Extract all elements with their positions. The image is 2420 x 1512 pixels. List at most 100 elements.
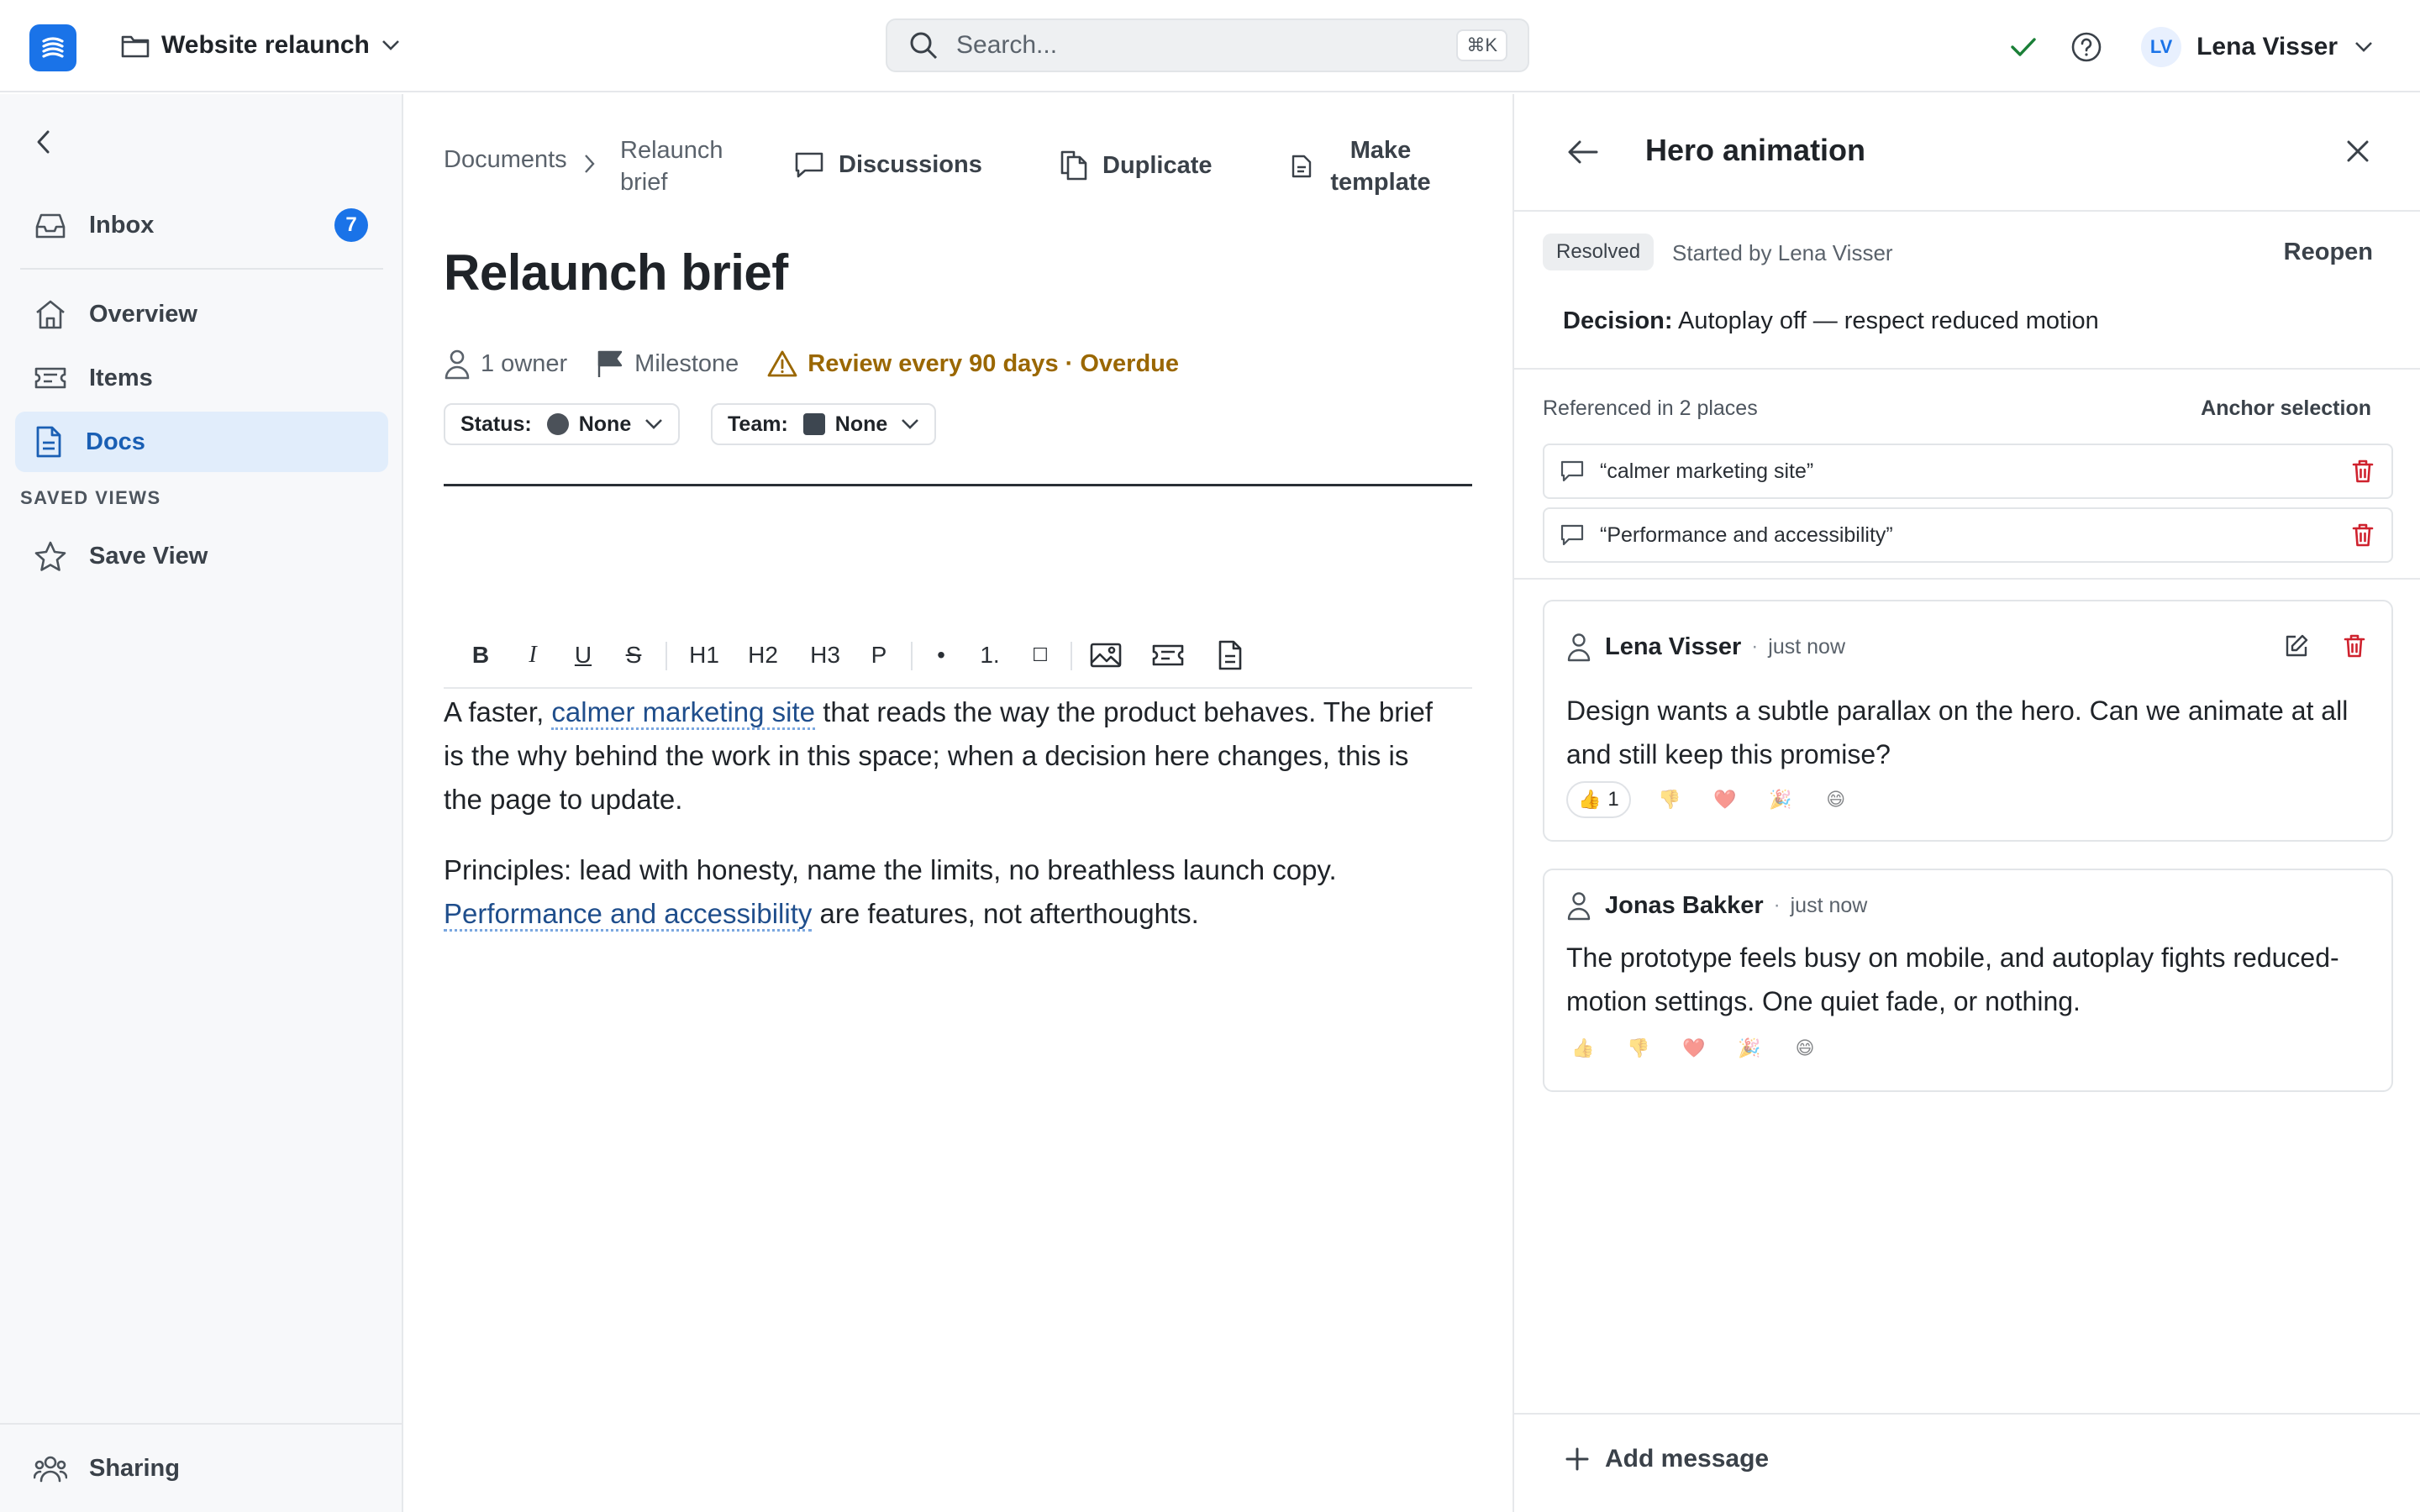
toolbar-divider [666,642,667,670]
comment-icon [795,152,823,178]
reaction-heart[interactable]: ❤️ [1708,781,1742,818]
paragraph-button[interactable]: P [860,637,897,674]
italic-button[interactable]: I [516,637,550,674]
milestone-meta[interactable]: Milestone [596,349,739,379]
references-title: Referenced in 2 places [1543,396,1758,420]
status-select[interactable]: Status: None [444,403,681,445]
doc-icon [1218,640,1242,670]
reopen-button[interactable]: Reopen [2284,239,2373,266]
top-bar: Website relaunch Search... ⌘K LV Lena Vi… [0,0,2420,92]
reaction-thumbs-up[interactable]: 👍 [1566,1030,1600,1067]
add-message-label: Add message [1605,1445,1770,1473]
comment-anchor[interactable]: calmer marketing site [551,696,816,730]
edit-icon[interactable] [2284,633,2309,659]
sidebar-divider [20,268,383,270]
chevron-down-icon[interactable] [2354,41,2373,53]
page-title[interactable]: Relaunch brief [444,244,788,302]
comment-anchor[interactable]: Performance and accessibility [444,898,813,932]
trash-icon[interactable] [2343,633,2366,659]
insert-item-button[interactable] [1148,637,1188,674]
discussions-button[interactable]: Discussions [793,150,982,180]
flag-icon [597,350,623,377]
reaction-bar: 👍 1 👎 ❤️ 🎉 😄 [1566,781,1853,818]
trash-icon[interactable] [2351,522,2375,548]
reference-text: “calmer marketing site” [1600,459,1814,483]
make-template-button[interactable]: Make template [1291,134,1435,198]
close-icon[interactable] [2344,138,2371,165]
underline-button[interactable]: U [566,637,600,674]
breadcrumb-documents[interactable]: Documents [444,146,567,174]
message-time: just now [1790,893,1868,917]
reaction-party[interactable]: 🎉 [1733,1030,1766,1067]
chevron-down-icon [902,419,919,429]
bold-button[interactable]: B [464,637,497,674]
message-author: Lena Visser [1605,633,1742,660]
ticket-icon [34,367,66,389]
h2-button[interactable]: H2 [739,637,786,674]
user-name[interactable]: Lena Visser [2196,33,2338,61]
search-bar[interactable]: Search... ⌘K [886,18,1529,72]
help-icon[interactable] [2070,31,2102,63]
status-label: Status: [460,412,532,436]
team-select[interactable]: Team: None [711,403,937,445]
reaction-thumbs-down[interactable]: 👎 [1622,1030,1655,1067]
home-icon [36,300,65,329]
comment-icon [1560,524,1584,546]
app-logo[interactable] [29,24,76,71]
sidebar-item-label: Items [89,364,153,391]
insert-doc-link-button[interactable] [1212,637,1249,674]
document-meta: 1 owner Milestone Review every 90 days ·… [444,343,1207,385]
folder-icon [121,35,150,58]
document-body[interactable]: A faster, calmer marketing site that rea… [444,690,1452,963]
bullet-list-button[interactable]: • [924,637,958,674]
chevron-right-icon [585,155,595,173]
h3-button[interactable]: H3 [802,637,849,674]
strikethrough-button[interactable]: S [617,637,650,674]
workspace-switcher[interactable]: Website relaunch [121,27,400,64]
review-overdue-meta[interactable]: Review every 90 days · Overdue [767,349,1179,378]
sharing-button[interactable]: Sharing [15,1438,388,1499]
reaction-party[interactable]: 🎉 [1764,781,1797,818]
paragraph: A faster, calmer marketing site that rea… [444,696,1434,815]
duplicate-label: Duplicate [1102,151,1213,179]
document-editor: Documents Relaunch brief Discussions Dup… [405,94,1512,1512]
saved-check-icon [2011,38,2036,56]
search-icon [910,32,938,60]
reaction-smile[interactable]: 😄 [1788,1030,1822,1067]
collapse-sidebar-icon[interactable] [32,128,55,156]
owners-meta[interactable]: 1 owner [444,348,567,380]
chevron-down-icon [381,40,399,50]
review-label: Review every 90 days · Overdue [808,349,1179,377]
reaction-thumbs-up[interactable]: 👍 1 [1566,781,1631,818]
people-icon [34,1456,67,1483]
checklist-button[interactable]: ☐ [1023,637,1057,674]
comment-icon [1560,460,1584,482]
save-view-button[interactable]: Save View [15,526,388,586]
status-badge: Resolved [1543,234,1655,270]
trash-icon[interactable] [2351,459,2375,484]
reaction-smile[interactable]: 😄 [1819,781,1853,818]
back-arrow-icon[interactable] [1566,138,1600,166]
anchor-selection-button[interactable]: Anchor selection [2201,396,2371,421]
sidebar-item-inbox[interactable]: Inbox 7 [15,195,388,255]
ticket-icon [1152,644,1184,666]
reference-item[interactable]: “calmer marketing site” [1543,444,2393,499]
reaction-thumbs-down[interactable]: 👎 [1653,781,1686,818]
sidebar-item-items[interactable]: Items [15,348,388,408]
reference-text: “Performance and accessibility” [1600,522,1893,547]
add-message-button[interactable]: Add message [1565,1445,1769,1473]
h1-button[interactable]: H1 [681,637,728,674]
reaction-heart[interactable]: ❤️ [1677,1030,1711,1067]
insert-image-button[interactable] [1086,637,1126,674]
avatar[interactable]: LV [2141,27,2182,67]
owners-label: 1 owner [481,349,568,377]
sidebar-item-overview[interactable]: Overview [15,284,388,344]
duplicate-button[interactable]: Duplicate [1059,150,1213,181]
doc-icon [36,426,61,458]
toolbar-divider [1071,642,1072,670]
sidebar-item-docs[interactable]: Docs [15,412,388,472]
message-time: just now [1768,634,1846,659]
reaction-bar: 👍 👎 ❤️ 🎉 😄 [1566,1030,1822,1067]
reference-item[interactable]: “Performance and accessibility” [1543,507,2393,563]
ordered-list-button[interactable]: 1. [971,637,1008,674]
